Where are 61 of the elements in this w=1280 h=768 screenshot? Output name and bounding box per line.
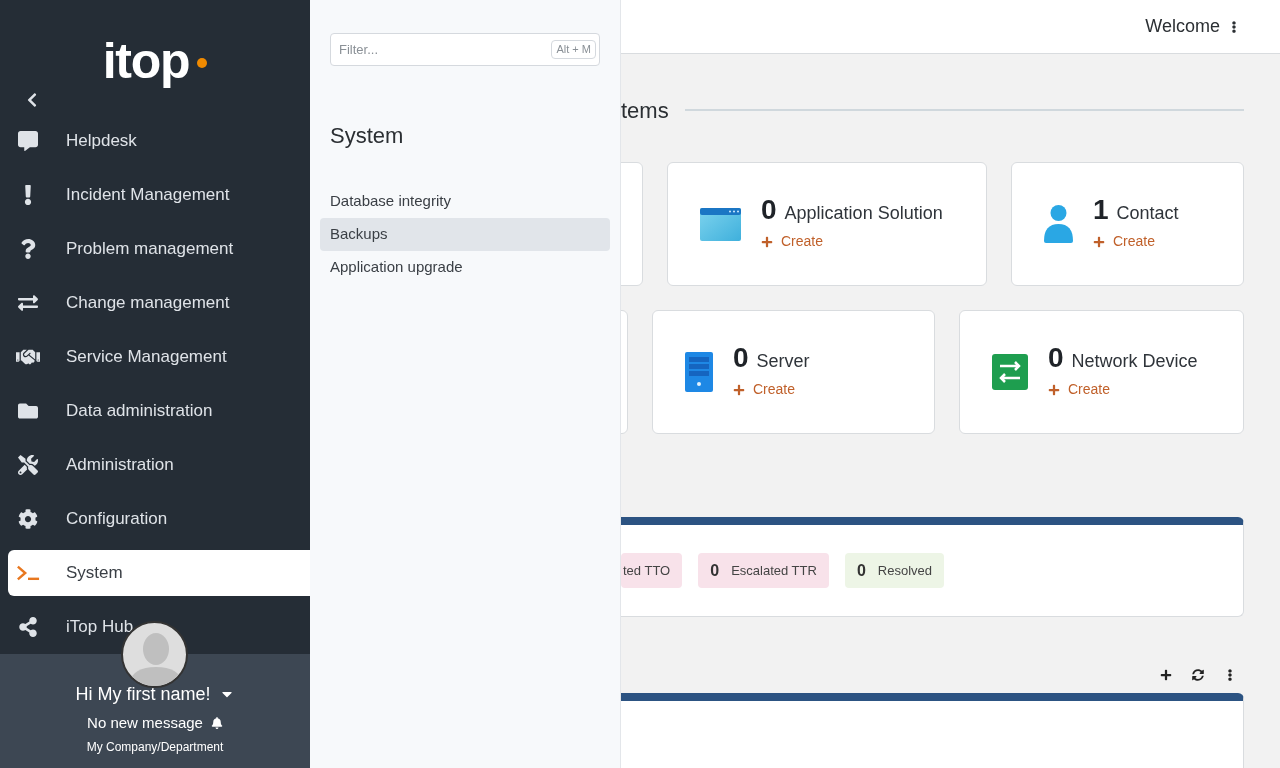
folder-icon (16, 401, 40, 421)
sidebar-item[interactable]: Helpdesk (8, 118, 310, 164)
count: 0 (1048, 344, 1064, 372)
tools-icon (16, 455, 40, 475)
create-link[interactable]: Create (1093, 231, 1179, 252)
count: 0 (733, 344, 749, 372)
logo-dot-icon (197, 58, 208, 68)
create-link[interactable]: Create (733, 379, 810, 400)
refresh-icon[interactable] (1192, 669, 1204, 681)
sidebar-item[interactable]: Administration (8, 442, 310, 488)
sidebar-item[interactable]: Incident Management (8, 172, 310, 218)
create-link[interactable]: Create (761, 231, 943, 252)
submenu-item[interactable]: Database integrity (320, 185, 610, 218)
swap-arrows-icon (16, 293, 40, 313)
badge-count: 0 (710, 560, 720, 581)
submenu-item[interactable]: Application upgrade (320, 251, 610, 284)
welcome-menu[interactable]: Welcome (1145, 13, 1220, 40)
sidebar-item[interactable]: iTop Hub (8, 604, 310, 650)
logo-text: itop (102, 36, 190, 86)
plus-icon (1048, 383, 1060, 396)
network-switch-icon (992, 354, 1028, 390)
status-badge[interactable]: 0 Escalated TTR (698, 553, 829, 588)
badge-label: Resolved (877, 561, 932, 580)
terminal-icon (16, 563, 40, 583)
plus-icon (761, 235, 773, 248)
card-label: Application Solution (784, 202, 943, 225)
count: 1 (1093, 196, 1109, 224)
create-link[interactable]: Create (1048, 379, 1198, 400)
organization: My Company/Department (86, 739, 224, 756)
badge-label: Escalated TTR (731, 561, 817, 580)
app-window-icon (700, 207, 741, 241)
person-icon (1044, 205, 1073, 243)
server-icon (685, 352, 713, 392)
bell-icon[interactable] (210, 716, 223, 729)
shortcut-hint: Alt + M (551, 40, 596, 59)
speech-bubble-icon (16, 131, 40, 151)
sidebar-item[interactable]: Service Management (8, 334, 310, 380)
badge-label: ted TTO (623, 561, 671, 580)
plus-icon (733, 383, 745, 396)
add-icon[interactable] (1160, 669, 1172, 681)
status-badge[interactable]: ted TTO (621, 553, 683, 588)
share-icon (16, 617, 40, 637)
settings-icon (16, 509, 40, 529)
badge-count: 0 (856, 560, 866, 581)
sidebar-item[interactable]: Configuration (8, 496, 310, 542)
section-title: tems (621, 96, 669, 125)
card-label: Network Device (1071, 350, 1198, 373)
plus-icon (1093, 235, 1105, 248)
user-menu[interactable]: Hi My first name! (75, 680, 235, 708)
sidebar-item[interactable]: Data administration (8, 388, 310, 434)
message-status: No new message (87, 712, 203, 733)
card-label: Server (756, 350, 810, 373)
card-label: Contact (1116, 202, 1179, 225)
sidebar-item[interactable]: Problem management (8, 226, 310, 272)
status-badge[interactable]: 0 Resolved (844, 553, 944, 588)
handshake-icon (16, 347, 40, 367)
sidebar-item[interactable]: System (8, 550, 310, 596)
submenu-item[interactable]: Backups (320, 218, 610, 251)
submenu-title: System (330, 122, 405, 150)
count: 0 (761, 196, 777, 224)
sidebar-item[interactable]: Change management (8, 280, 310, 326)
